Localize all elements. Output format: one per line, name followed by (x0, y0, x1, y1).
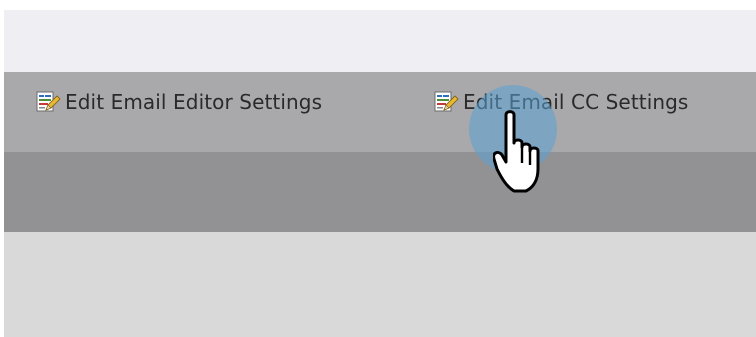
edit-document-icon (36, 91, 61, 112)
app-frame (4, 10, 756, 337)
content-area (4, 232, 756, 337)
toolbar-subband (4, 152, 756, 232)
edit-email-editor-settings-button[interactable]: Edit Email Editor Settings (35, 88, 322, 116)
top-band (4, 10, 756, 72)
hand-pointer-icon (493, 110, 540, 193)
edit-document-icon (434, 91, 459, 112)
edit-email-editor-settings-label: Edit Email Editor Settings (65, 90, 323, 114)
